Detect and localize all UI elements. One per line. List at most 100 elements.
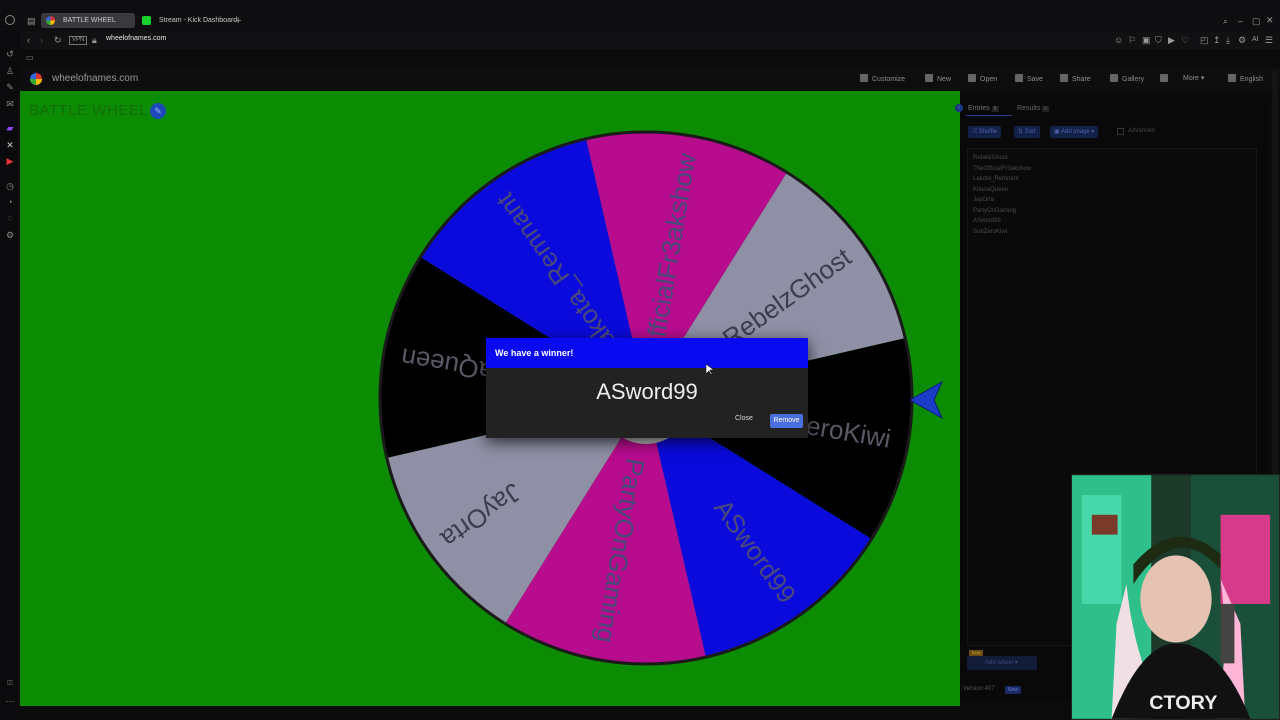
add-wheel-button[interactable]: Add wheel ▾ bbox=[967, 656, 1037, 670]
svg-text:CTORY: CTORY bbox=[1149, 692, 1217, 714]
button-label: Add image bbox=[1061, 129, 1090, 135]
clock-icon[interactable]: ◷ bbox=[5, 181, 15, 191]
advanced-checkbox[interactable] bbox=[1117, 128, 1124, 135]
remove-button[interactable]: Remove bbox=[770, 414, 803, 428]
collapse-panel-button[interactable]: ‹ bbox=[955, 104, 963, 112]
save-button[interactable]: Save bbox=[1015, 74, 1043, 83]
gear-icon[interactable]: ⚙ bbox=[5, 230, 15, 240]
button-label: Shuffle bbox=[978, 129, 998, 135]
screenshot-icon[interactable]: ▣ bbox=[1142, 35, 1151, 45]
menu-label: Share bbox=[1072, 76, 1091, 83]
entry-line: ASword99 bbox=[973, 218, 1001, 224]
entry-line: JayOrta bbox=[973, 197, 995, 203]
shield-icon[interactable]: ⛉ bbox=[1155, 35, 1162, 45]
tab-label: BATTLE WHEEL bbox=[63, 17, 116, 24]
version-text: Version 407 bbox=[963, 686, 995, 692]
settings-icon[interactable]: ⚙ bbox=[1238, 35, 1246, 45]
menu-icon[interactable]: ☰ bbox=[1265, 35, 1273, 45]
folder-icon[interactable]: ▭ bbox=[26, 53, 34, 63]
menu-label: English bbox=[1240, 76, 1263, 83]
share-button[interactable]: Share bbox=[1060, 74, 1091, 83]
minimize-icon[interactable]: – bbox=[1238, 16, 1243, 26]
beta-badge: Beta bbox=[969, 650, 983, 656]
tab-list-icon[interactable]: ▤ bbox=[27, 16, 36, 26]
share-icon[interactable]: ↥ bbox=[1213, 35, 1221, 45]
profile-icon[interactable]: ♙ bbox=[5, 66, 15, 76]
tab-kick-dashboard[interactable]: Stream - Kick Dashboard bbox=[137, 13, 237, 28]
reload-icon[interactable]: ↻ bbox=[54, 35, 62, 45]
browser-sidebar bbox=[0, 31, 20, 720]
globe-icon bbox=[1228, 74, 1236, 82]
new-file-icon bbox=[925, 74, 933, 82]
browser-logo-icon[interactable] bbox=[5, 15, 15, 25]
new-tab-icon[interactable]: + bbox=[235, 16, 241, 27]
wheel-title: BATTLE WHEEL bbox=[29, 102, 149, 119]
tab-results[interactable]: Results 0 bbox=[1017, 105, 1050, 112]
tab-entries[interactable]: Entries 8 bbox=[968, 105, 999, 112]
webcam-overlay: CTORY bbox=[1071, 474, 1280, 720]
menu-label: New bbox=[937, 76, 952, 83]
tab-label: Results bbox=[1017, 105, 1041, 112]
history-icon[interactable]: ↺ bbox=[5, 49, 15, 59]
new-button[interactable]: New bbox=[925, 74, 951, 83]
twitch-icon[interactable]: ▰ bbox=[5, 123, 15, 133]
close-button[interactable]: Close bbox=[735, 415, 753, 422]
open-button[interactable]: Open bbox=[968, 74, 997, 83]
entry-line: SubZeroKiwi bbox=[973, 229, 1008, 235]
open-folder-icon bbox=[968, 74, 976, 82]
palette-icon bbox=[860, 74, 868, 82]
download-icon[interactable]: ⤓ bbox=[1226, 35, 1230, 45]
gallery-button[interactable]: Gallery bbox=[1110, 74, 1144, 83]
tab-label: Entries bbox=[968, 105, 990, 112]
tab-battle-wheel[interactable]: BATTLE WHEEL bbox=[41, 13, 135, 28]
ai-icon[interactable]: AI bbox=[1252, 35, 1259, 45]
x-icon[interactable]: ✕ bbox=[5, 140, 15, 150]
notes-icon[interactable]: ✎ bbox=[5, 82, 15, 92]
search-icon bbox=[1110, 74, 1118, 82]
save-icon bbox=[1015, 74, 1023, 82]
entry-line: KitanaQueen bbox=[973, 187, 1009, 193]
entries-count-badge: 8 bbox=[991, 106, 999, 112]
more-icon[interactable]: ⋯ bbox=[5, 696, 15, 706]
entry-line: TheOfficialFr3akshow bbox=[973, 166, 1031, 172]
play-icon[interactable]: ▶ bbox=[1168, 35, 1175, 45]
share-icon bbox=[1060, 74, 1068, 82]
maximize-icon[interactable]: ▢ bbox=[1252, 16, 1261, 26]
shuffle-button[interactable]: ⤮ Shuffle bbox=[968, 126, 1002, 138]
sort-button[interactable]: ⇅ Sort bbox=[1014, 126, 1040, 138]
winner-name: ASword99 bbox=[596, 379, 698, 404]
wheel-pointer-arrow bbox=[910, 380, 944, 420]
chat-icon[interactable]: ◌ bbox=[5, 213, 15, 223]
url-text[interactable]: wheelofnames.com bbox=[106, 35, 166, 42]
youtube-icon[interactable]: ▶ bbox=[5, 156, 15, 166]
site-logo-icon[interactable] bbox=[30, 73, 42, 85]
close-window-icon[interactable]: ✕ bbox=[1266, 15, 1274, 25]
fullscreen-button[interactable] bbox=[1160, 74, 1172, 83]
back-icon[interactable]: ‹ bbox=[27, 35, 30, 45]
forward-icon[interactable]: › bbox=[40, 35, 43, 45]
bookmark-icon[interactable]: ⚐ bbox=[1128, 35, 1136, 45]
more-button[interactable]: More ▾ bbox=[1183, 74, 1204, 82]
language-button[interactable]: English bbox=[1228, 74, 1263, 83]
sidebar-badge-icon[interactable]: ◫ bbox=[5, 678, 15, 688]
entry-line: RebelzGhost bbox=[973, 155, 1008, 161]
add-image-button[interactable]: ▣ Add image ▾ bbox=[1050, 126, 1099, 138]
edit-title-button[interactable]: ✎ bbox=[150, 103, 166, 119]
menu-label: Open bbox=[980, 76, 998, 83]
fullscreen-icon bbox=[1160, 74, 1168, 82]
menu-label: Gallery bbox=[1122, 76, 1145, 83]
entry-line: PartyOnGaming bbox=[973, 208, 1017, 214]
heart-icon[interactable]: ♡ bbox=[1181, 35, 1189, 45]
extension-icon[interactable]: ☺ bbox=[1114, 35, 1123, 45]
search-tabs-icon[interactable]: ⌕ bbox=[1223, 16, 1228, 26]
wallet-icon[interactable]: ◰ bbox=[1200, 35, 1209, 45]
menu-label: Customize bbox=[872, 76, 906, 83]
new-badge: New bbox=[1005, 686, 1021, 694]
customize-button[interactable]: Customize bbox=[860, 74, 905, 83]
results-count-badge: 0 bbox=[1042, 106, 1050, 112]
site-name[interactable]: wheelofnames.com bbox=[52, 73, 138, 84]
winner-dialog: We have a winner! ASword99 Close Remove bbox=[486, 338, 808, 438]
vpn-badge[interactable]: VPN bbox=[69, 36, 88, 45]
mail-icon[interactable]: ✉ bbox=[5, 99, 15, 109]
timer-icon[interactable]: ◔ bbox=[5, 197, 15, 207]
